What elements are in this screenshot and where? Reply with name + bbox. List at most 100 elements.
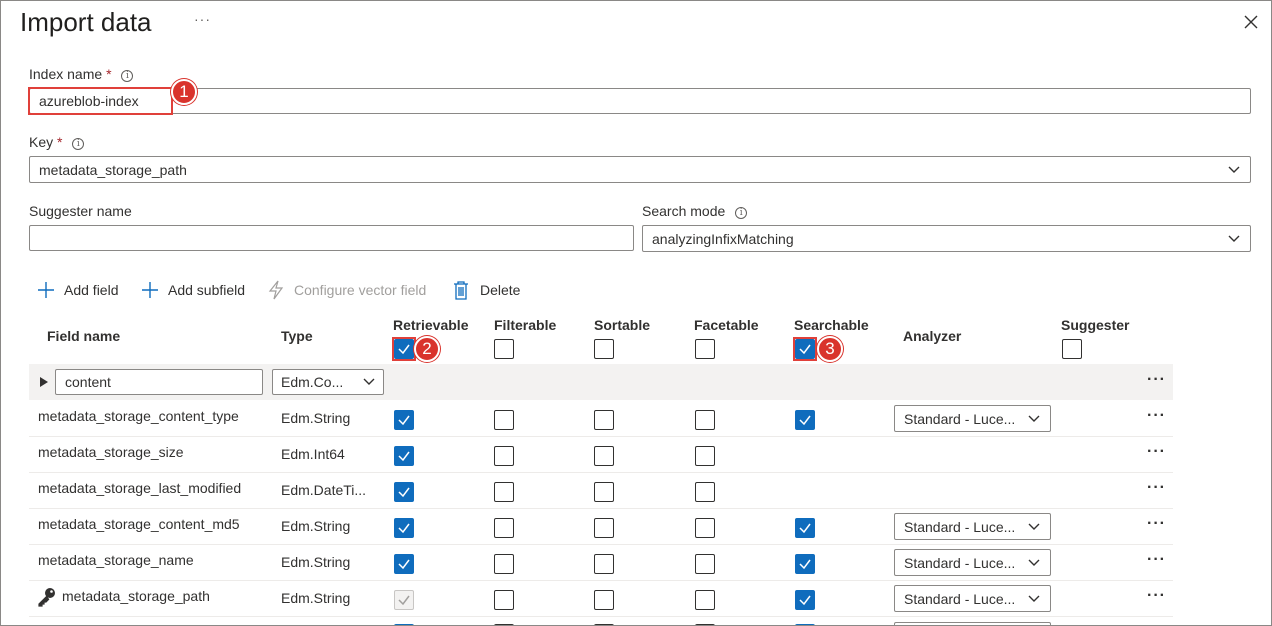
checkmark-icon xyxy=(398,451,410,462)
chevron-down-icon xyxy=(1028,559,1040,566)
annotation-badge-1: 1 xyxy=(171,79,197,105)
suggester-all-checkbox[interactable] xyxy=(1062,339,1082,359)
column-header-suggester: Suggester xyxy=(1061,317,1130,333)
add-field-button[interactable]: Add field xyxy=(37,280,118,300)
facetable-checkbox[interactable] xyxy=(695,518,715,538)
trash-icon xyxy=(454,280,468,300)
add-subfield-button[interactable]: Add subfield xyxy=(141,280,245,300)
filterable-all-checkbox[interactable] xyxy=(494,339,514,359)
row-more-options-icon[interactable]: ··· xyxy=(1147,551,1166,569)
info-icon[interactable]: i xyxy=(72,138,85,150)
type-dropdown[interactable]: Edm.Co... xyxy=(272,369,384,395)
panel-title: Import data xyxy=(20,7,152,37)
lightning-icon xyxy=(268,280,284,300)
sortable-checkbox[interactable] xyxy=(594,446,614,466)
retrievable-checkbox[interactable] xyxy=(394,410,414,430)
checkmark-icon xyxy=(398,523,410,534)
column-header-searchable: Searchable xyxy=(794,317,869,333)
retrievable-checkbox[interactable] xyxy=(394,482,414,502)
row-more-options-icon[interactable]: ··· xyxy=(1147,407,1166,425)
row-divider xyxy=(29,544,1173,545)
row-divider xyxy=(29,472,1173,473)
search-mode-dropdown[interactable]: analyzingInfixMatching xyxy=(642,225,1251,252)
searchable-checkbox[interactable] xyxy=(795,554,815,574)
row-more-options-icon[interactable]: ··· xyxy=(1147,479,1166,497)
filterable-checkbox[interactable] xyxy=(494,482,514,502)
field-name-cell: metadata_storage_last_modified xyxy=(38,480,242,496)
annotation-box-retrievable xyxy=(392,337,416,361)
sortable-checkbox[interactable] xyxy=(594,554,614,574)
info-icon[interactable]: i xyxy=(735,207,748,219)
column-header-filterable: Filterable xyxy=(494,317,557,333)
more-options-icon[interactable]: ··· xyxy=(194,11,211,27)
key-dropdown[interactable]: metadata_storage_path xyxy=(29,156,1251,183)
retrievable-checkbox[interactable] xyxy=(394,446,414,466)
facetable-checkbox[interactable] xyxy=(695,446,715,466)
chevron-down-icon xyxy=(363,378,375,385)
delete-button[interactable]: Delete xyxy=(453,280,520,300)
searchable-checkbox[interactable] xyxy=(795,410,815,430)
field-name-cell: metadata_storage_path xyxy=(62,588,210,604)
row-more-options-icon[interactable]: ··· xyxy=(1147,443,1166,461)
analyzer-dropdown[interactable] xyxy=(894,622,1051,625)
sortable-checkbox[interactable] xyxy=(594,590,614,610)
filterable-checkbox[interactable] xyxy=(494,518,514,538)
close-icon[interactable] xyxy=(1241,12,1261,32)
annotation-box-index-name xyxy=(28,87,173,115)
sortable-checkbox[interactable] xyxy=(594,518,614,538)
chevron-down-icon xyxy=(1028,595,1040,602)
field-name-cell: metadata_storage_content_md5 xyxy=(38,516,240,532)
filterable-checkbox[interactable] xyxy=(494,410,514,430)
column-header-field-name[interactable]: Field name xyxy=(47,328,120,344)
column-header-analyzer: Analyzer xyxy=(903,328,962,344)
searchable-checkbox[interactable] xyxy=(795,590,815,610)
filterable-checkbox[interactable] xyxy=(494,446,514,466)
retrievable-checkbox[interactable] xyxy=(394,518,414,538)
facetable-checkbox[interactable] xyxy=(695,554,715,574)
checkmark-icon xyxy=(799,415,811,426)
column-header-facetable: Facetable xyxy=(694,317,759,333)
annotation-badge-2: 2 xyxy=(414,336,440,362)
info-icon[interactable]: i xyxy=(121,70,134,82)
filterable-checkbox[interactable] xyxy=(494,590,514,610)
analyzer-dropdown[interactable]: Standard - Luce... xyxy=(894,585,1051,612)
plus-icon xyxy=(38,282,54,298)
analyzer-dropdown[interactable]: Standard - Luce... xyxy=(894,405,1051,432)
row-divider xyxy=(29,616,1173,617)
facetable-checkbox[interactable] xyxy=(695,590,715,610)
sortable-checkbox[interactable] xyxy=(594,482,614,502)
field-name-input[interactable]: content xyxy=(55,369,263,395)
index-name-label: Index name * i xyxy=(29,66,134,82)
checkmark-icon xyxy=(799,595,811,606)
filterable-checkbox[interactable] xyxy=(494,554,514,574)
chevron-down-icon xyxy=(1028,523,1040,530)
expand-arrow-icon[interactable] xyxy=(39,376,49,388)
row-more-options-icon[interactable]: ··· xyxy=(1147,515,1166,533)
analyzer-dropdown[interactable]: Standard - Luce... xyxy=(894,549,1051,576)
analyzer-dropdown[interactable]: Standard - Luce... xyxy=(894,513,1051,540)
retrievable-checkbox[interactable] xyxy=(394,554,414,574)
type-cell: Edm.Int64 xyxy=(281,446,345,462)
column-header-type[interactable]: Type xyxy=(281,328,313,344)
checkmark-icon xyxy=(398,415,410,426)
annotation-box-searchable xyxy=(793,337,817,361)
chevron-down-icon xyxy=(1228,166,1240,173)
configure-vector-field-button[interactable]: Configure vector field xyxy=(267,280,426,300)
index-name-input[interactable]: azureblob-index xyxy=(29,88,1251,114)
facetable-checkbox[interactable] xyxy=(695,410,715,430)
facetable-checkbox[interactable] xyxy=(695,482,715,502)
row-more-options-icon[interactable]: ··· xyxy=(1147,587,1166,605)
sortable-all-checkbox[interactable] xyxy=(594,339,614,359)
field-name-cell: metadata_storage_content_type xyxy=(38,408,239,424)
type-cell: Edm.String xyxy=(281,410,351,426)
facetable-all-checkbox[interactable] xyxy=(695,339,715,359)
type-cell: Edm.String xyxy=(281,518,351,534)
sortable-checkbox[interactable] xyxy=(594,410,614,430)
type-cell: Edm.DateTi... xyxy=(281,482,367,498)
row-more-options-icon[interactable]: ··· xyxy=(1147,371,1166,389)
field-name-cell: metadata_storage_size xyxy=(38,444,184,460)
checkmark-icon xyxy=(398,559,410,570)
suggester-name-input[interactable] xyxy=(29,225,634,251)
searchable-checkbox[interactable] xyxy=(795,518,815,538)
search-mode-label: Search mode i xyxy=(642,203,748,219)
